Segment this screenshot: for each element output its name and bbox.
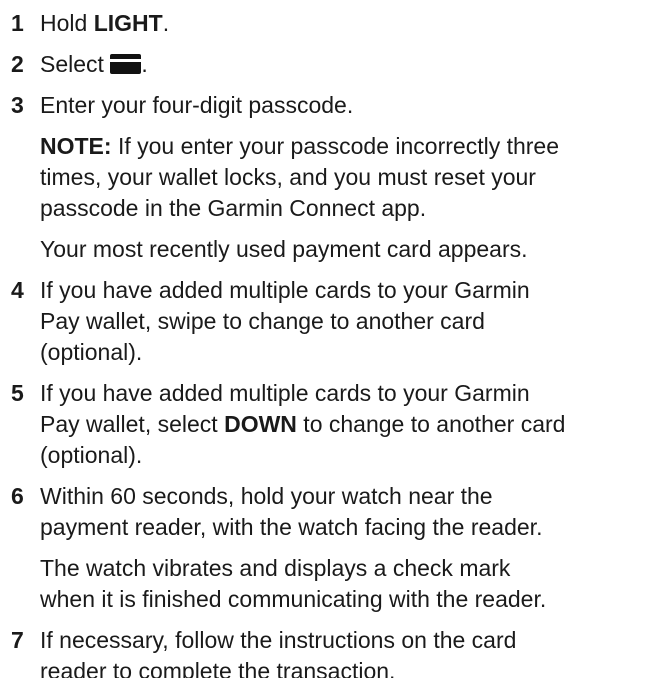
step-text: (optional). [40,339,143,365]
step-text: payment reader, with the watch facing th… [40,514,543,540]
step-4: 4 If you have added multiple cards to yo… [0,275,646,368]
step-text: Pay wallet, swipe to change to another c… [40,308,485,334]
step-result: The watch vibrates and displays a check … [40,553,646,615]
result-line: when it is finished communicating with t… [40,586,547,612]
step-text: Hold LIGHT. [40,8,646,39]
step-number: 3 [11,92,24,118]
note-line: times, your wallet locks, and you must r… [40,164,536,190]
step-text-pre: Select [40,51,111,77]
step-number: 5 [11,380,24,406]
note-line: NOTE: If you enter your passcode incorre… [40,131,646,162]
step-number: 4 [11,277,24,303]
note-block: NOTE: If you enter your passcode incorre… [40,131,646,224]
step-6: 6 Within 60 seconds, hold your watch nea… [0,481,646,615]
result-line: The watch vibrates and displays a check … [40,555,511,581]
instructions-page: 1 Hold LIGHT. 2 Select . 3 Enter your fo… [0,0,646,678]
step-number: 1 [11,10,24,36]
step-5: 5 If you have added multiple cards to yo… [0,378,646,471]
step-text-post: . [162,10,170,36]
step-text: reader to complete the transaction. [40,658,396,678]
note-text: If you enter your passcode incorrectly t… [111,133,560,159]
step-text: (optional). [40,442,143,468]
step-text: Select . [40,49,646,80]
step-2: 2 Select . [0,49,646,80]
step-result: Your most recently used payment card app… [40,236,528,262]
step-text: If you have added multiple cards to your… [40,380,530,406]
step-3: 3 Enter your four-digit passcode. NOTE: … [0,90,646,265]
step-number: 2 [11,51,24,77]
step-text-post: . [141,51,148,77]
light-key-label: LIGHT [93,10,163,36]
step-text-pre: Pay wallet, select [40,411,225,437]
step-text: If necessary, follow the instructions on… [40,627,517,653]
step-1: 1 Hold LIGHT. [0,8,646,39]
step-text: If you have added multiple cards to your… [40,277,530,303]
step-text: Pay wallet, select DOWN to change to ano… [40,409,646,440]
step-number: 6 [11,483,24,509]
step-text-pre: Hold [40,10,94,36]
step-7: 7 If necessary, follow the instructions … [0,625,646,678]
step-text: Enter your four-digit passcode. [40,92,354,118]
wallet-card-icon [110,54,142,74]
note-label: NOTE: [40,133,112,159]
step-text-post: to change to another card [296,411,566,437]
steps-list: 1 Hold LIGHT. 2 Select . 3 Enter your fo… [0,0,646,678]
down-key-label: DOWN [224,411,297,437]
step-number: 7 [11,627,24,653]
note-line: passcode in the Garmin Connect app. [40,195,427,221]
step-text: Within 60 seconds, hold your watch near … [40,483,493,509]
